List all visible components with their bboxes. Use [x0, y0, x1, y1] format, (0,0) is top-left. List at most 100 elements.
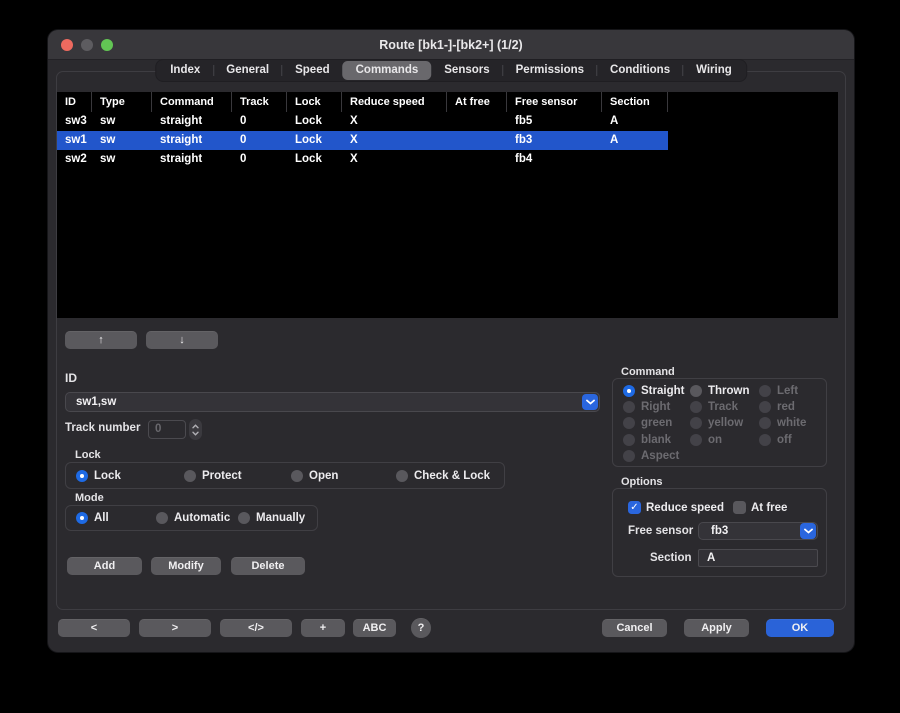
tab-wiring[interactable]: Wiring	[683, 61, 745, 80]
radio-off-icon	[759, 434, 771, 446]
radio-off-icon	[291, 470, 303, 482]
radio-straight[interactable]: Straight	[623, 384, 690, 398]
radio-yellow: yellow	[690, 416, 759, 430]
modify-button[interactable]: Modify	[151, 557, 221, 575]
checkbox-unchecked-icon	[733, 501, 746, 514]
cancel-button[interactable]: Cancel	[602, 619, 667, 637]
radio-on: on	[690, 433, 759, 447]
cell-reduce-speed: X	[342, 150, 447, 169]
xml-button[interactable]: </>	[220, 619, 292, 637]
radio-blank: blank	[623, 433, 690, 447]
options-group: Reduce speed At free Free sensor fb3 Sec…	[612, 488, 827, 577]
table-row[interactable]: sw3 sw straight 0 Lock X fb5 A	[57, 112, 838, 131]
radio-off-icon	[759, 385, 771, 397]
cell-type: sw	[92, 112, 152, 131]
col-header-reduce-speed[interactable]: Reduce speed	[342, 92, 447, 112]
delete-button[interactable]: Delete	[231, 557, 305, 575]
radio-off-icon	[623, 450, 635, 462]
radio-lock[interactable]: Lock	[76, 469, 121, 483]
table-row-selected[interactable]: sw1 sw straight 0 Lock X fb3 A	[57, 131, 838, 150]
help-icon[interactable]: ?	[411, 618, 431, 638]
cell-free-sensor: fb5	[507, 112, 602, 131]
stepper-down-icon	[192, 431, 199, 436]
radio-all[interactable]: All	[76, 511, 109, 525]
cell-id: sw3	[57, 112, 92, 131]
radio-left: Left	[759, 384, 826, 398]
abc-button[interactable]: ABC	[353, 619, 396, 637]
cell-track: 0	[232, 150, 287, 169]
cell-free-sensor: fb4	[507, 150, 602, 169]
radio-thrown[interactable]: Thrown	[690, 384, 759, 398]
add-button[interactable]: Add	[67, 557, 142, 575]
cell-command: straight	[152, 112, 232, 131]
plus-button[interactable]: +	[301, 619, 345, 637]
command-group-label: Command	[621, 366, 675, 378]
chevron-down-icon[interactable]	[582, 394, 598, 410]
radio-open[interactable]: Open	[291, 469, 338, 483]
col-header-lock[interactable]: Lock	[287, 92, 342, 112]
cell-at-free	[447, 131, 507, 150]
radio-protect[interactable]: Protect	[184, 469, 242, 483]
tab-permissions[interactable]: Permissions	[503, 61, 597, 80]
cell-at-free	[447, 150, 507, 169]
previous-button[interactable]: <	[58, 619, 130, 637]
cell-reduce-speed: X	[342, 131, 447, 150]
apply-button[interactable]: Apply	[684, 619, 749, 637]
cell-track: 0	[232, 112, 287, 131]
cell-id: sw2	[57, 150, 92, 169]
tab-general[interactable]: General	[213, 61, 282, 80]
chevron-down-icon[interactable]	[800, 523, 816, 539]
free-sensor-combobox[interactable]: fb3	[698, 522, 818, 540]
radio-off-icon	[759, 417, 771, 429]
section-label: Section	[650, 552, 692, 564]
radio-on-icon	[623, 385, 635, 397]
radio-on-icon	[76, 470, 88, 482]
radio-check-and-lock[interactable]: Check & Lock	[396, 469, 490, 483]
radio-off-icon	[690, 401, 702, 413]
tab-conditions[interactable]: Conditions	[597, 61, 683, 80]
radio-automatic[interactable]: Automatic	[156, 511, 230, 525]
tab-commands[interactable]: Commands	[343, 61, 432, 80]
move-up-button[interactable]: ↑	[65, 331, 137, 349]
col-header-id[interactable]: ID	[57, 92, 92, 112]
reduce-speed-checkbox[interactable]: Reduce speed	[628, 501, 724, 514]
radio-off-icon	[623, 434, 635, 446]
col-header-section[interactable]: Section	[602, 92, 668, 112]
col-header-at-free[interactable]: At free	[447, 92, 507, 112]
arrow-up-icon: ↑	[98, 334, 104, 346]
radio-green: green	[623, 416, 690, 430]
move-down-button[interactable]: ↓	[146, 331, 218, 349]
ok-button[interactable]: OK	[766, 619, 834, 637]
window-title: Route [bk1-]-[bk2+] (1/2)	[48, 30, 854, 60]
cell-free-sensor: fb3	[507, 131, 602, 150]
col-header-type[interactable]: Type	[92, 92, 152, 112]
at-free-checkbox[interactable]: At free	[733, 501, 787, 514]
mode-group-label: Mode	[75, 492, 104, 504]
radio-off-icon	[690, 385, 702, 397]
titlebar: Route [bk1-]-[bk2+] (1/2)	[48, 30, 854, 60]
radio-manually[interactable]: Manually	[238, 511, 305, 525]
commands-table: ID Type Command Track Lock Reduce speed …	[57, 92, 838, 318]
radio-off-icon	[759, 401, 771, 413]
tab-index[interactable]: Index	[157, 61, 213, 80]
radio-off-icon	[238, 512, 250, 524]
radio-off-icon	[690, 417, 702, 429]
stepper-up-icon	[192, 424, 199, 429]
track-number-field[interactable]: 0	[148, 420, 186, 439]
tab-speed[interactable]: Speed	[282, 61, 343, 80]
col-header-free-sensor[interactable]: Free sensor	[507, 92, 602, 112]
radio-track: Track	[690, 400, 759, 414]
table-row[interactable]: sw2 sw straight 0 Lock X fb4	[57, 150, 838, 169]
id-combobox[interactable]: sw1,sw	[65, 392, 600, 412]
col-header-command[interactable]: Command	[152, 92, 232, 112]
cell-at-free	[447, 112, 507, 131]
radio-off-icon	[184, 470, 196, 482]
track-number-stepper[interactable]	[189, 419, 202, 440]
next-button[interactable]: >	[139, 619, 211, 637]
col-header-track[interactable]: Track	[232, 92, 287, 112]
tab-sensors[interactable]: Sensors	[431, 61, 502, 80]
tab-bar: Index General Speed Commands Sensors Per…	[156, 60, 746, 81]
section-field[interactable]: A	[698, 549, 818, 567]
track-number-label: Track number	[65, 422, 140, 434]
lock-group: Lock Protect Open Check & Lock	[65, 462, 505, 489]
